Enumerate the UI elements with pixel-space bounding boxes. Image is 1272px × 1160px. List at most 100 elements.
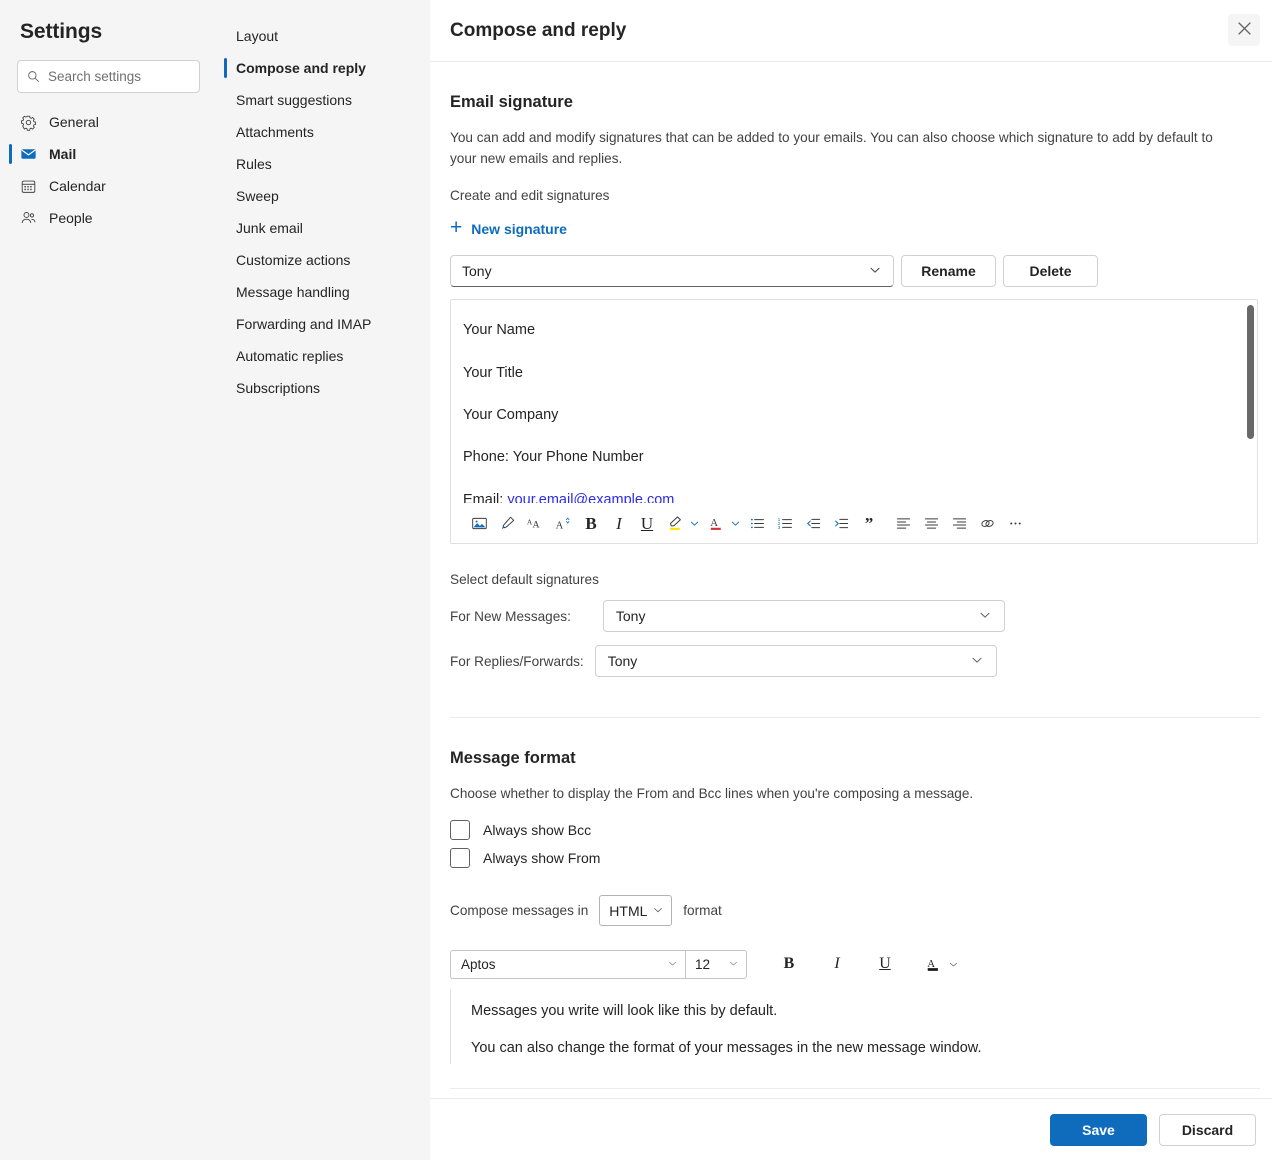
format-suffix-label: format xyxy=(683,903,722,919)
default-font-color-chevron-down-icon[interactable] xyxy=(945,949,961,979)
underline-icon[interactable]: U xyxy=(633,508,661,538)
bulleted-list-icon[interactable] xyxy=(743,508,771,538)
align-center-icon[interactable] xyxy=(917,508,945,538)
dialog-footer: Save Discard xyxy=(430,1098,1272,1160)
sidebar-item-general[interactable]: General xyxy=(0,106,220,138)
highlight-color-chevron-down-icon[interactable] xyxy=(686,508,702,538)
svg-text:A: A xyxy=(927,958,935,970)
subnav-item-customize-actions[interactable]: Customize actions xyxy=(220,244,430,276)
align-left-icon[interactable] xyxy=(889,508,917,538)
settings-nav-list: General Mail Calendar People xyxy=(0,106,220,234)
chevron-down-icon xyxy=(868,263,882,280)
compose-format-dropdown[interactable]: HTML xyxy=(599,895,673,927)
signature-editor[interactable]: Your Name Your Title Your Company Phone:… xyxy=(450,299,1258,545)
sidebar-item-mail[interactable]: Mail xyxy=(0,138,220,170)
increase-indent-icon[interactable] xyxy=(827,508,855,538)
default-italic-icon[interactable]: I xyxy=(822,949,852,979)
always-show-from-row[interactable]: Always show From xyxy=(450,848,1260,869)
highlight-color-icon[interactable] xyxy=(661,508,689,538)
search-input[interactable] xyxy=(48,69,190,84)
bold-icon[interactable]: B xyxy=(577,508,605,538)
close-button[interactable] xyxy=(1228,14,1260,46)
sample-text-line-1: Messages you write will look like this b… xyxy=(471,1003,778,1020)
chevron-down-icon xyxy=(978,608,992,625)
signature-dropdown[interactable]: Tony xyxy=(450,255,894,288)
gear-icon xyxy=(20,114,37,131)
insert-picture-icon[interactable] xyxy=(465,508,493,538)
default-bold-icon[interactable]: B xyxy=(774,949,804,979)
subnav-item-label: Attachments xyxy=(236,124,314,140)
font-size-dropdown[interactable]: 12 xyxy=(685,949,747,979)
email-signature-section: Email signature You can add and modify s… xyxy=(439,93,1260,719)
subnav-item-forwarding-and-imap[interactable]: Forwarding and IMAP xyxy=(220,308,430,340)
subnav-item-junk-email[interactable]: Junk email xyxy=(220,212,430,244)
font-size-icon[interactable]: A xyxy=(549,508,577,538)
discard-button[interactable]: Discard xyxy=(1159,1113,1256,1146)
for-new-messages-dropdown[interactable]: Tony xyxy=(602,600,1005,633)
svg-text:A: A xyxy=(710,517,718,529)
default-underline-icon[interactable]: U xyxy=(870,949,900,979)
more-formatting-options-icon[interactable] xyxy=(1001,508,1029,538)
sidebar-item-label: People xyxy=(49,210,93,226)
sidebar-item-calendar[interactable]: Calendar xyxy=(0,170,220,202)
font-color-chevron-down-icon[interactable] xyxy=(727,508,743,538)
new-signature-button[interactable]: + New signature xyxy=(450,217,567,239)
always-show-bcc-row[interactable]: Always show Bcc xyxy=(450,820,1260,841)
close-icon xyxy=(1237,21,1252,39)
sidebar-item-people[interactable]: People xyxy=(0,202,220,234)
signature-formatting-toolbar: A A A B I U A 1 2 3 ” xyxy=(451,503,1257,544)
signature-line: Your Name xyxy=(463,322,536,339)
subnav-item-smart-suggestions[interactable]: Smart suggestions xyxy=(220,84,430,116)
subnav-item-subscriptions[interactable]: Subscriptions xyxy=(220,372,430,404)
default-font-color-icon[interactable]: A xyxy=(918,949,948,979)
subnav-item-attachments[interactable]: Attachments xyxy=(220,116,430,148)
compose-format-row: Compose messages in HTML format xyxy=(450,895,1260,927)
always-show-from-checkbox[interactable] xyxy=(450,848,470,869)
search-icon xyxy=(27,70,40,83)
font-color-icon[interactable]: A xyxy=(702,508,730,538)
subnav-item-compose-and-reply[interactable]: Compose and reply xyxy=(220,52,430,84)
chevron-down-icon xyxy=(728,957,739,972)
always-show-bcc-checkbox[interactable] xyxy=(450,820,470,841)
new-signature-label: New signature xyxy=(471,220,567,237)
subnav-item-sweep[interactable]: Sweep xyxy=(220,180,430,212)
default-font-toolbar: Aptos 12 B I U A xyxy=(450,949,1260,979)
always-show-bcc-label: Always show Bcc xyxy=(483,822,592,839)
compose-messages-in-label: Compose messages in xyxy=(450,903,589,919)
main-body: Email signature You can add and modify s… xyxy=(430,62,1272,1098)
font-family-value: Aptos xyxy=(461,956,496,972)
scrollbar-thumb[interactable] xyxy=(1247,305,1254,440)
signature-editor-content[interactable]: Your Name Your Title Your Company Phone:… xyxy=(451,300,1257,509)
subnav-item-label: Subscriptions xyxy=(236,380,321,396)
subnav-item-layout[interactable]: Layout xyxy=(220,20,430,52)
signature-line: Phone: Your Phone Number xyxy=(463,449,644,466)
message-format-section: Message format Choose whether to display… xyxy=(439,749,1260,1090)
svg-text:3: 3 xyxy=(777,525,780,531)
for-replies-forwards-dropdown[interactable]: Tony xyxy=(594,645,997,678)
message-format-heading: Message format xyxy=(450,749,576,768)
quote-icon[interactable]: ” xyxy=(855,508,883,538)
chevron-down-icon xyxy=(970,653,984,670)
chevron-down-icon xyxy=(667,957,678,972)
settings-sidebar: Settings General xyxy=(0,0,220,1160)
italic-icon[interactable]: I xyxy=(605,508,633,538)
save-button[interactable]: Save xyxy=(1050,1113,1147,1146)
signature-line: Your Company xyxy=(463,406,559,423)
section-divider xyxy=(450,717,1260,719)
font-size-value: 12 xyxy=(695,956,711,972)
subnav-item-automatic-replies[interactable]: Automatic replies xyxy=(220,340,430,372)
people-icon xyxy=(20,210,37,227)
format-painter-icon[interactable] xyxy=(493,508,521,538)
sample-text-line-2: You can also change the format of your m… xyxy=(471,1040,982,1057)
insert-link-icon[interactable] xyxy=(973,508,1001,538)
search-settings-box[interactable] xyxy=(17,60,200,93)
numbered-list-icon[interactable]: 1 2 3 xyxy=(771,508,799,538)
align-right-icon[interactable] xyxy=(945,508,973,538)
clear-formatting-icon[interactable]: A A xyxy=(521,508,549,538)
font-family-dropdown[interactable]: Aptos xyxy=(450,949,685,979)
subnav-item-message-handling[interactable]: Message handling xyxy=(220,276,430,308)
delete-signature-button[interactable]: Delete xyxy=(1003,255,1098,288)
rename-signature-button[interactable]: Rename xyxy=(901,255,996,288)
subnav-item-rules[interactable]: Rules xyxy=(220,148,430,180)
decrease-indent-icon[interactable] xyxy=(799,508,827,538)
